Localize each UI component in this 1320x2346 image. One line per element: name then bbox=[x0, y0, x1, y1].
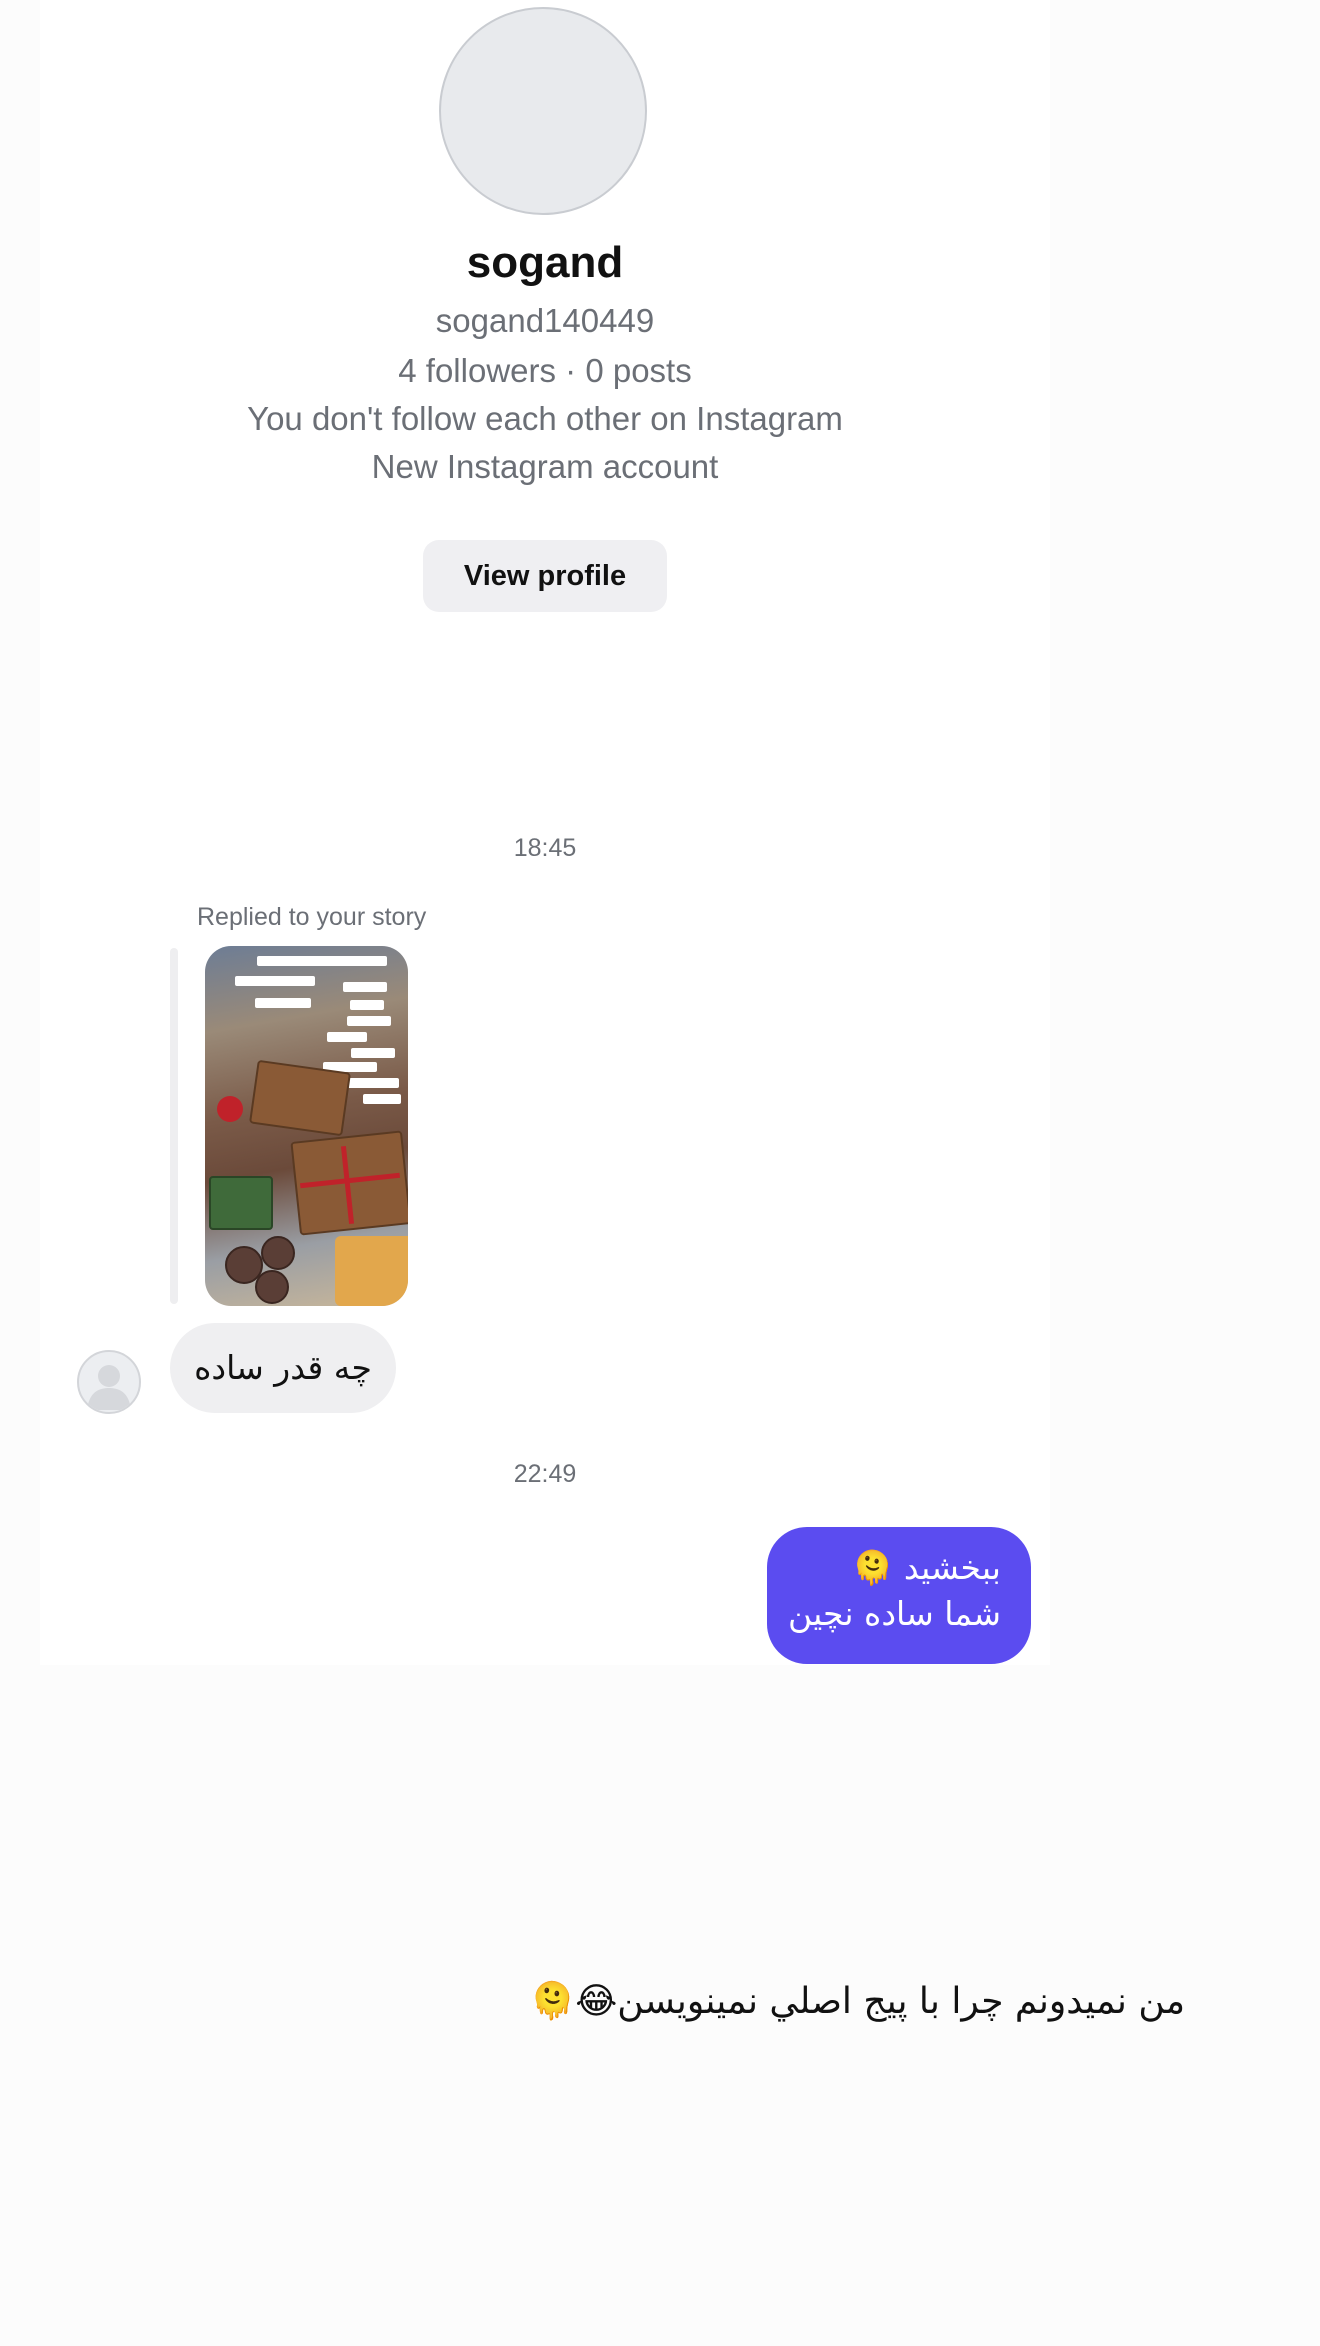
story-sticker bbox=[351, 1048, 395, 1058]
profile-account-note: New Instagram account bbox=[371, 448, 719, 485]
message-timestamp: 22:49 bbox=[513, 1460, 577, 1488]
message-timestamp: 18:45 bbox=[513, 834, 577, 862]
outgoing-message-bubble[interactable]: ببخشید 🫠 شما ساده نچین bbox=[767, 1527, 1031, 1664]
outgoing-message-line: ببخشید 🫠 bbox=[852, 1548, 1001, 1587]
outgoing-message-line: شما ساده نچین bbox=[787, 1594, 1001, 1633]
ribbon-bow bbox=[217, 1096, 243, 1122]
story-sticker bbox=[347, 1016, 391, 1026]
profile-relationship: You don't follow each other on Instagram bbox=[247, 400, 843, 437]
profile-username: sogand140449 bbox=[435, 302, 655, 339]
story-sticker bbox=[235, 976, 315, 986]
profile-display-name: sogand bbox=[466, 238, 624, 287]
view-profile-button[interactable]: View profile bbox=[423, 540, 667, 612]
story-sticker bbox=[255, 998, 311, 1008]
story-sticker bbox=[343, 982, 387, 992]
story-sticker bbox=[350, 1000, 384, 1010]
profile-stats: 4 followers · 0 posts bbox=[398, 352, 692, 389]
overlay-caption: من نمیدونم چرا با پیج اصلي نمینویسن😂🫠 bbox=[530, 1981, 1185, 2022]
sender-avatar[interactable] bbox=[77, 1350, 141, 1414]
pastry bbox=[335, 1236, 408, 1306]
profile-avatar[interactable] bbox=[439, 7, 647, 215]
story-sticker bbox=[257, 956, 387, 966]
incoming-message-bubble[interactable]: چه قدر ساده bbox=[170, 1323, 396, 1413]
story-reply-label: Replied to your story bbox=[197, 903, 427, 931]
default-user-icon bbox=[87, 1365, 131, 1410]
dessert-cup bbox=[261, 1236, 295, 1270]
story-sticker bbox=[363, 1094, 401, 1104]
dessert-tray bbox=[209, 1176, 273, 1230]
dessert-tray bbox=[249, 1059, 351, 1137]
story-thumbnail[interactable] bbox=[205, 946, 408, 1306]
story-sticker bbox=[345, 1078, 399, 1088]
story-sticker bbox=[327, 1032, 367, 1042]
reply-indicator-bar bbox=[170, 948, 178, 1304]
dessert-cup bbox=[255, 1270, 289, 1304]
